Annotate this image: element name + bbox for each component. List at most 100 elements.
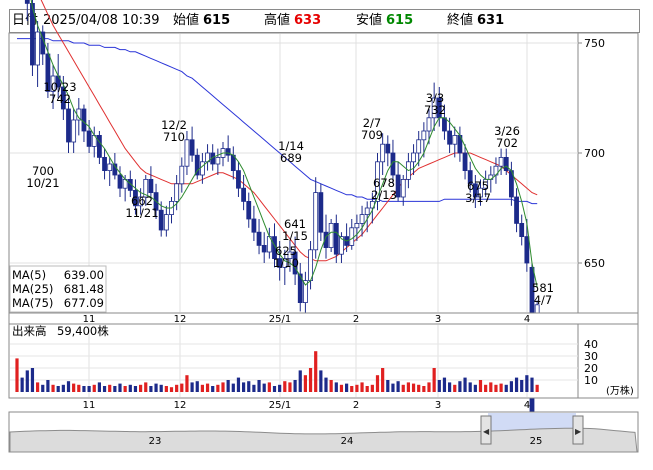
volume-bar xyxy=(288,382,292,392)
volume-bar xyxy=(242,382,246,392)
annotation-value: 732 xyxy=(424,103,446,117)
volume-bar xyxy=(355,384,359,392)
volume-bar xyxy=(406,382,410,392)
volume-bar xyxy=(386,380,390,392)
volume-bar xyxy=(118,383,122,392)
volume-bar xyxy=(468,382,472,392)
candle-down xyxy=(514,196,519,224)
volume-bar xyxy=(252,384,256,392)
ma-legend-name: MA(25) xyxy=(12,282,53,296)
candle-down xyxy=(189,139,195,156)
volume-bar xyxy=(262,383,266,392)
candle-up xyxy=(35,31,40,66)
volume-bar xyxy=(514,377,519,392)
volume-bar xyxy=(56,386,60,392)
volume-bar xyxy=(30,368,35,392)
month-label: 2 xyxy=(353,314,359,325)
ma-legend-value: 639.00 xyxy=(64,268,104,282)
candle-down xyxy=(442,117,447,132)
candle-down xyxy=(251,218,257,233)
month-label: 25/1 xyxy=(269,314,291,325)
volume-tick-label: 10 xyxy=(584,374,598,387)
candle-up xyxy=(411,152,416,163)
annotation-date: 4/7 xyxy=(534,293,553,307)
candle-up xyxy=(380,143,386,163)
price-tick-label: 750 xyxy=(584,37,605,50)
volume-bar xyxy=(159,384,163,392)
annotation-date: 1/10 xyxy=(273,256,299,270)
volume-bar xyxy=(20,377,24,392)
candle-up xyxy=(364,207,370,215)
volume-bar xyxy=(417,384,421,392)
volume-bar xyxy=(360,382,364,392)
price-tick-label: 650 xyxy=(584,257,605,270)
volume-bar xyxy=(247,381,251,392)
volume-bar xyxy=(365,386,369,392)
candle-up xyxy=(215,156,221,165)
volume-bar xyxy=(133,386,138,392)
candle-up xyxy=(426,117,432,132)
candle-up xyxy=(349,227,355,246)
annotation-date: 1/15 xyxy=(282,229,308,243)
candle-down xyxy=(225,148,231,156)
volume-bar xyxy=(303,375,307,392)
month-labels-bottom: 11 12 25/1 2 3 4 xyxy=(83,400,531,411)
candle-down xyxy=(261,244,267,253)
volume-bar xyxy=(144,382,148,392)
candle-down xyxy=(117,174,123,189)
volume-bar xyxy=(102,386,107,392)
volume-bar xyxy=(46,380,50,392)
candle-down xyxy=(385,143,391,154)
volume-title: 出来高 xyxy=(12,324,47,338)
month-label: 4 xyxy=(524,400,530,411)
volume-bar xyxy=(499,383,503,392)
candle-down xyxy=(66,108,71,143)
volume-bar xyxy=(314,351,318,392)
chart-canvas: 800750700650600 10/2374270010/2166211/21… xyxy=(8,0,639,453)
candle-down xyxy=(462,152,468,172)
volume-bar xyxy=(458,381,462,392)
candle-up xyxy=(452,134,458,145)
volume-bar xyxy=(478,380,483,392)
candle-down xyxy=(241,187,247,202)
volume-bar xyxy=(87,386,91,392)
volume-bar xyxy=(200,384,204,392)
volume-bar xyxy=(319,370,323,392)
volume-bar xyxy=(278,384,282,392)
volume-bar xyxy=(257,380,261,392)
volume-bar xyxy=(164,386,168,392)
month-label: 2 xyxy=(353,400,359,411)
navigator-left-arrow-icon[interactable]: ◀ xyxy=(483,427,490,436)
volume-bar xyxy=(391,383,395,392)
volume-bar xyxy=(195,381,199,392)
volume-bar xyxy=(504,384,508,392)
candle-down xyxy=(102,156,107,171)
volume-bar xyxy=(205,383,210,392)
ma-legend-name: MA(5) xyxy=(12,268,46,282)
candle-up xyxy=(107,163,113,171)
volume-bar xyxy=(267,382,271,392)
volume-bar xyxy=(345,383,349,392)
candle-up xyxy=(313,192,319,251)
volume-bar xyxy=(334,382,338,392)
volume-bar xyxy=(190,382,194,392)
volume-bar xyxy=(442,377,447,392)
month-label: 25/1 xyxy=(269,400,291,411)
navigator-year-label: 25 xyxy=(530,436,543,447)
volume-bar xyxy=(66,381,71,392)
candle-up xyxy=(163,214,169,231)
navigator-right-arrow-icon[interactable]: ▶ xyxy=(575,427,582,436)
volume-bar xyxy=(61,384,65,392)
candle-down xyxy=(158,209,164,231)
candle-up xyxy=(421,130,427,141)
volume-bar xyxy=(92,384,96,392)
stock-chart-widget: 日付 2025/04/08 10:39 始値 615 高値 633 安値 615… xyxy=(0,0,653,470)
candle-down xyxy=(236,170,241,189)
annotation-value: 702 xyxy=(496,136,518,150)
candle-down xyxy=(256,231,262,246)
month-label: 12 xyxy=(174,400,187,411)
volume-bar xyxy=(77,384,81,392)
candle-up xyxy=(179,165,185,185)
volume-bar xyxy=(226,380,230,392)
volume-bar xyxy=(509,381,513,392)
